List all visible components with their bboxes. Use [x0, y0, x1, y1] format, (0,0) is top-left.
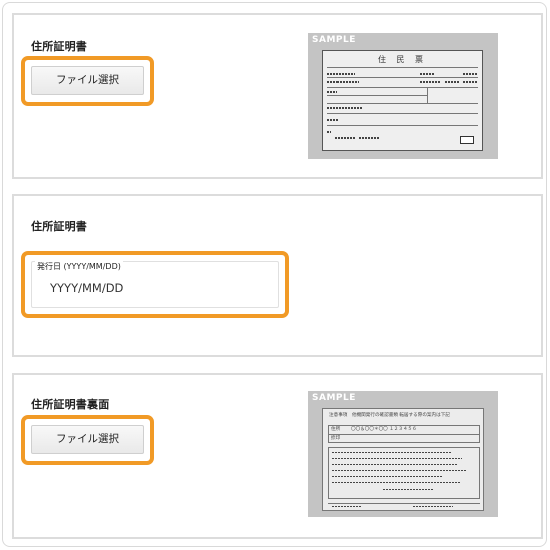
doc-title: 住 民 票	[377, 55, 428, 64]
file-select-button[interactable]: ファイル選択	[31, 66, 144, 95]
file-select-button[interactable]: ファイル選択	[31, 425, 144, 454]
issue-date-label: 発行日 (YYYY/MM/DD)	[35, 261, 123, 272]
resident-record-illustration: 住 民 票	[322, 50, 483, 151]
highlight-frame: ファイル選択	[21, 56, 154, 106]
highlight-frame: 発行日 (YYYY/MM/DD)	[21, 251, 289, 318]
section-title: 住所証明書	[31, 220, 87, 233]
seal-label: 捺印	[331, 436, 341, 441]
address-proof-upload-card: 住所証明書 ファイル選択 SAMPLE 住 民 票	[12, 13, 543, 179]
form-container: 住所証明書 ファイル選択 SAMPLE 住 民 票 住所証明書 発行日 (YYY…	[2, 2, 547, 547]
sample-image-back: SAMPLE 注意事項 他機関発行の確認書類 転居する際の案内は下記 住所 〇〇…	[308, 391, 498, 517]
highlight-frame: ファイル選択	[21, 415, 154, 465]
section-title: 住所証明書	[31, 40, 87, 53]
sample-watermark: SAMPLE	[312, 393, 356, 403]
notice-header: 注意事項 他機関発行の確認書類 転居する際の案内は下記	[329, 413, 450, 418]
sample-watermark: SAMPLE	[312, 35, 356, 45]
issue-date-card: 住所証明書 発行日 (YYYY/MM/DD)	[12, 194, 543, 357]
card-back-illustration: 注意事項 他機関発行の確認書類 転居する際の案内は下記 住所 〇〇＆〇〇＊〇〇 …	[322, 408, 484, 511]
sample-image-front: SAMPLE 住 民 票	[308, 33, 498, 159]
seal-box	[460, 136, 474, 144]
issue-date-field: 発行日 (YYYY/MM/DD)	[31, 261, 279, 308]
address-proof-back-upload-card: 住所証明書裏面 ファイル選択 SAMPLE 注意事項 他機関発行の確認書類 転居…	[12, 373, 543, 539]
address-value: 〇〇＆〇〇＊〇〇 １２３４５６	[351, 427, 417, 432]
address-label: 住所	[331, 427, 341, 432]
section-title: 住所証明書裏面	[31, 398, 110, 411]
issue-date-input[interactable]	[50, 279, 250, 297]
